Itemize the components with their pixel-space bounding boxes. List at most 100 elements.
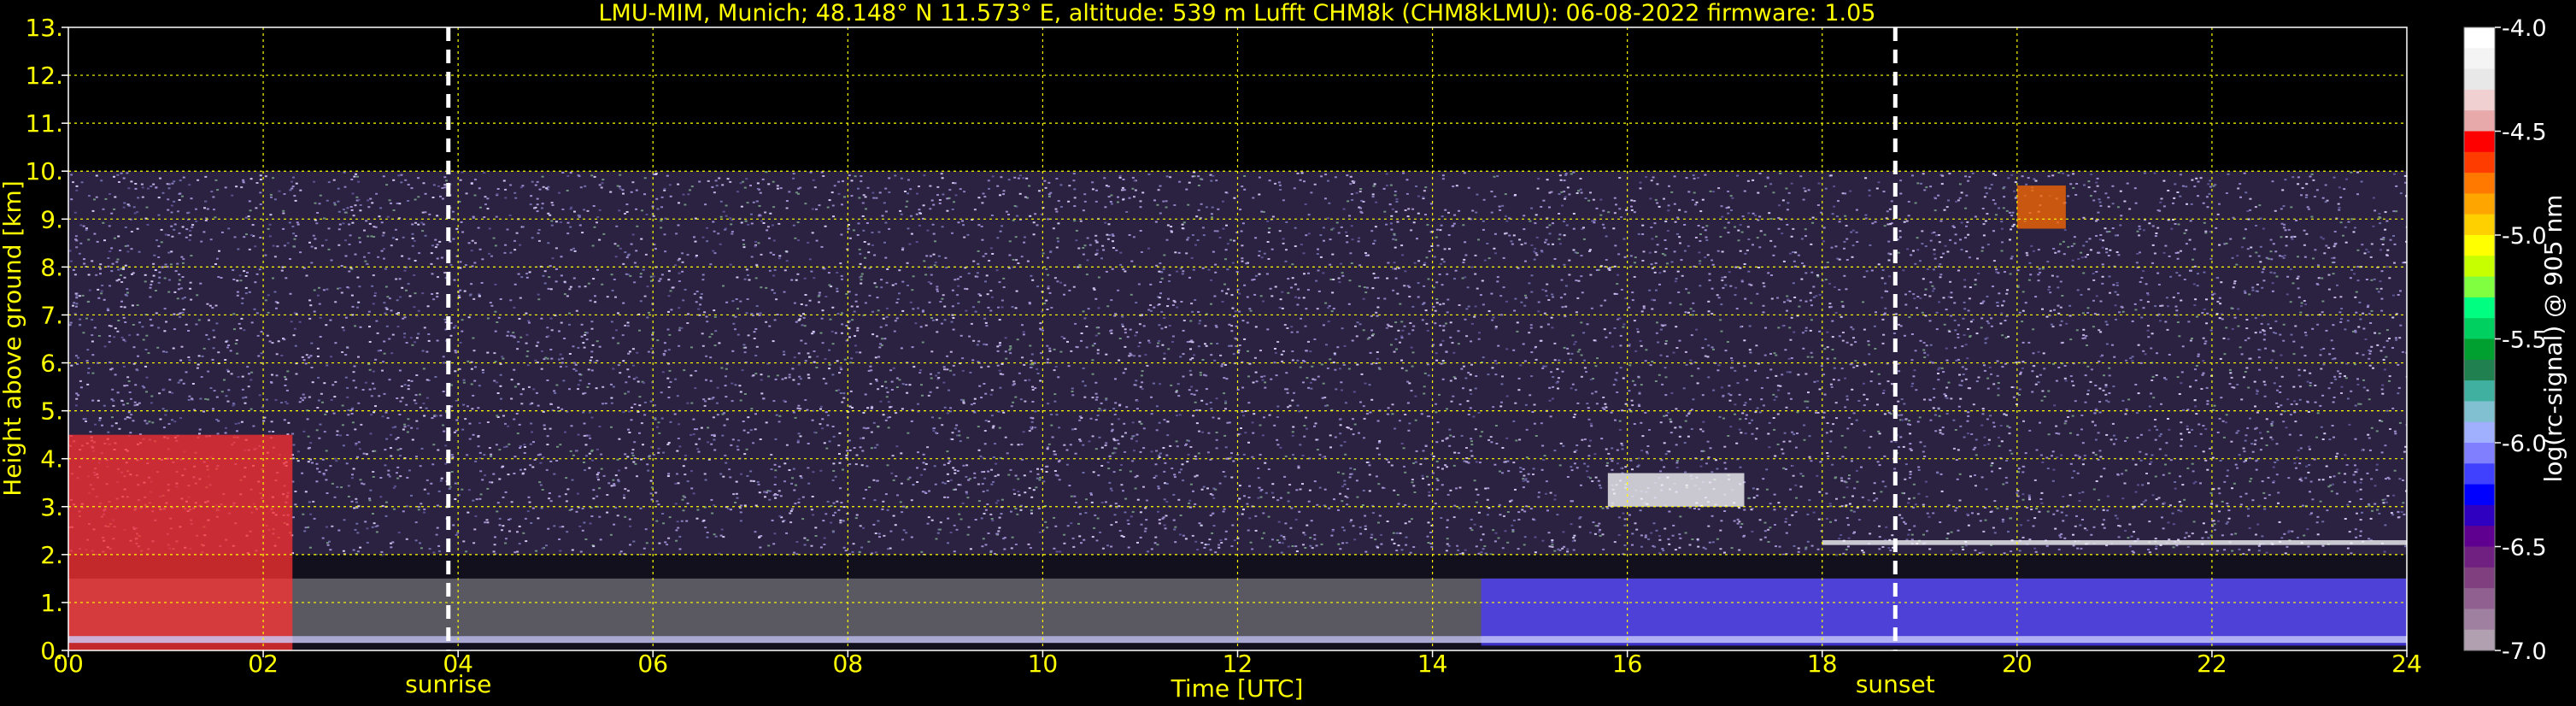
noise-pixel: [1005, 210, 1008, 213]
noise-pixel: [662, 451, 666, 454]
noise-pixel: [907, 478, 910, 480]
noise-pixel: [1106, 238, 1110, 240]
noise-pixel: [1787, 191, 1791, 194]
noise-pixel: [2239, 503, 2243, 506]
noise-pixel: [951, 305, 954, 308]
noise-pixel: [2264, 347, 2268, 350]
noise-pixel: [99, 273, 102, 275]
noise-pixel: [1756, 292, 1759, 295]
noise-pixel: [1442, 329, 1446, 332]
noise-pixel: [823, 537, 826, 539]
noise-pixel: [1160, 327, 1164, 330]
noise-pixel: [88, 195, 91, 197]
noise-pixel: [119, 274, 122, 276]
noise-pixel: [1525, 428, 1529, 431]
noise-pixel: [2102, 509, 2105, 511]
noise-pixel: [1225, 224, 1228, 227]
noise-pixel: [1342, 363, 1346, 366]
noise-pixel: [1558, 193, 1561, 195]
noise-pixel: [1423, 285, 1426, 287]
backscatter-noise-field: [68, 171, 2407, 650]
noise-pixel: [1071, 394, 1075, 397]
noise-pixel: [314, 238, 317, 240]
noise-pixel: [224, 359, 227, 361]
noise-pixel: [627, 391, 630, 393]
noise-pixel: [103, 404, 106, 407]
noise-pixel: [1664, 343, 1668, 345]
noise-pixel: [1122, 490, 1124, 492]
noise-pixel: [873, 499, 877, 502]
noise-pixel: [1432, 286, 1435, 289]
noise-pixel: [1937, 407, 1940, 409]
noise-pixel: [2359, 498, 2362, 500]
noise-pixel: [1423, 190, 1426, 192]
noise-pixel: [1599, 304, 1603, 307]
noise-pixel: [1034, 410, 1037, 413]
noise-pixel: [1483, 545, 1487, 547]
noise-pixel: [364, 381, 367, 384]
noise-pixel: [367, 199, 370, 202]
noise-pixel: [840, 502, 843, 504]
noise-pixel: [2303, 369, 2306, 372]
noise-pixel: [755, 345, 759, 348]
noise-pixel: [1271, 538, 1274, 541]
noise-pixel: [389, 447, 392, 450]
noise-pixel: [1974, 283, 1977, 285]
noise-pixel: [348, 244, 351, 245]
noise-pixel: [991, 520, 995, 522]
noise-pixel: [864, 393, 867, 396]
noise-pixel: [668, 516, 672, 519]
noise-pixel: [586, 385, 590, 388]
noise-pixel: [601, 179, 605, 181]
noise-pixel: [411, 244, 414, 247]
noise-pixel: [1390, 344, 1393, 346]
noise-pixel: [911, 346, 914, 349]
noise-pixel: [783, 480, 786, 483]
noise-pixel: [2001, 366, 2004, 368]
noise-pixel: [1207, 544, 1210, 545]
noise-pixel: [1939, 263, 1942, 265]
noise-pixel: [1189, 483, 1193, 485]
noise-pixel: [1161, 344, 1165, 346]
noise-pixel: [996, 350, 1000, 352]
noise-pixel: [756, 188, 760, 190]
noise-pixel: [841, 323, 844, 326]
noise-pixel: [2299, 385, 2302, 388]
noise-pixel: [2000, 440, 2004, 443]
noise-pixel: [875, 197, 878, 199]
noise-pixel: [407, 283, 410, 285]
noise-pixel: [1445, 322, 1447, 325]
noise-pixel: [1892, 332, 1896, 334]
noise-pixel: [204, 397, 208, 400]
noise-pixel: [2134, 202, 2138, 204]
noise-pixel: [2178, 335, 2181, 338]
noise-pixel: [468, 422, 472, 425]
noise-pixel: [1436, 421, 1440, 424]
noise-pixel: [767, 375, 771, 378]
noise-pixel: [249, 178, 253, 180]
noise-pixel: [325, 324, 328, 327]
noise-pixel: [1946, 532, 1950, 535]
noise-pixel: [1881, 392, 1885, 394]
noise-pixel: [1748, 325, 1752, 327]
noise-pixel: [2205, 298, 2208, 301]
noise-pixel: [367, 235, 370, 238]
noise-pixel: [2127, 398, 2131, 401]
noise-pixel: [1129, 352, 1132, 355]
noise-pixel: [2209, 257, 2213, 260]
noise-pixel: [1664, 527, 1667, 530]
noise-pixel: [190, 255, 193, 257]
noise-pixel: [866, 222, 869, 224]
noise-pixel: [2205, 386, 2209, 389]
noise-pixel: [1253, 413, 1256, 415]
noise-pixel: [2323, 432, 2327, 435]
noise-pixel: [1725, 207, 1728, 209]
noise-pixel: [2273, 272, 2276, 274]
noise-pixel: [947, 517, 950, 520]
noise-pixel: [1413, 491, 1417, 493]
noise-pixel: [2085, 335, 2088, 338]
noise-pixel: [144, 280, 147, 283]
noise-pixel: [1887, 259, 1891, 262]
noise-pixel: [1118, 404, 1121, 407]
noise-pixel: [1985, 488, 1988, 491]
